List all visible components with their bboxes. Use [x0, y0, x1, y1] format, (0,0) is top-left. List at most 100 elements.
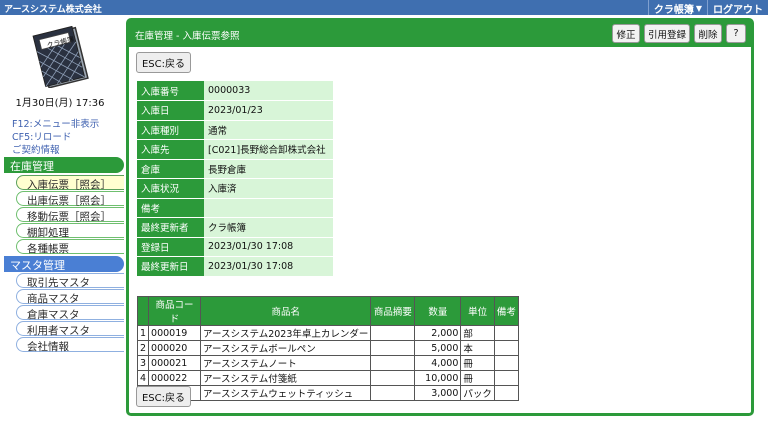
toggle-menu-link[interactable]: F12:メニュー非表示	[12, 118, 99, 131]
table-cell: 000020	[148, 340, 202, 356]
table-cell	[493, 370, 519, 386]
page-title: 在庫管理 - 入庫伝票参照	[135, 31, 240, 42]
sidebar-item-user-master[interactable]: 利用者マスタ	[16, 321, 124, 337]
detail-value	[204, 198, 333, 218]
detail-row: 入庫状況 入庫済	[137, 178, 333, 199]
detail-row: 最終更新日 2023/01/30 17:08	[137, 256, 333, 277]
table-cell: アースシステムボールペン	[200, 340, 372, 356]
table-cell	[370, 325, 416, 341]
company-name: アースシステム株式会社	[4, 5, 102, 15]
detail-row: 備考	[137, 198, 333, 218]
table-row: 4 000022 アースシステム付箋紙 10,000 冊	[136, 370, 519, 386]
chevron-down-icon: ▼	[695, 3, 702, 13]
table-cell: 本	[460, 340, 495, 356]
sidebar-item-transfer-slip[interactable]: 移動伝票［照会］	[16, 207, 124, 223]
help-button[interactable]: ?	[726, 24, 746, 43]
logout-button[interactable]: ログアウト	[707, 0, 768, 16]
table-cell: アースシステム2023年卓上カレンダー	[200, 325, 372, 341]
table-cell	[370, 385, 416, 401]
table-cell: アースシステムノート	[200, 355, 372, 371]
table-cell: 000019	[148, 325, 202, 341]
sidebar-item-company-info[interactable]: 会社情報	[16, 337, 124, 353]
app-logo: クラ帳簿	[32, 26, 89, 88]
table-cell: 冊	[460, 370, 495, 386]
user-menu-button[interactable]: クラ帳簿 ▼	[647, 0, 707, 16]
table-cell	[493, 325, 519, 341]
slip-items-table: 商品コード 商品名 商品摘要 数量 単位 備考 1 000019 アースシステム2023年卓上…	[136, 296, 519, 401]
column-header: 商品摘要	[370, 296, 416, 326]
column-header: 備考	[493, 296, 519, 326]
table-cell	[370, 355, 416, 371]
detail-row: 入庫種別 通常	[137, 120, 333, 140]
delete-button[interactable]: 削除	[694, 24, 722, 43]
sidebar-item-partner-master[interactable]: 取引先マスタ	[16, 273, 124, 289]
table-cell: 2,000	[414, 325, 462, 341]
sidebar-item-stocktaking[interactable]: 棚卸処理	[16, 223, 124, 239]
top-bar-actions: クラ帳簿 ▼ ログアウト	[647, 0, 768, 16]
detail-label: 最終更新日	[137, 256, 204, 277]
detail-label: 入庫状況	[137, 178, 204, 199]
top-bar: アースシステム株式会社 クラ帳簿 ▼ ログアウト	[0, 0, 768, 16]
contract-info-link[interactable]: ご契約情報	[12, 144, 99, 157]
detail-value: 入庫済	[204, 178, 333, 199]
sidebar-item-shipping-slip[interactable]: 出庫伝票［照会］	[16, 191, 124, 207]
column-header: 数量	[414, 296, 462, 326]
table-cell: アースシステムウェットティッシュ	[200, 385, 372, 401]
table-cell: 部	[460, 325, 495, 341]
sidebar-links: F12:メニュー非表示 CF5:リロード ご契約情報	[12, 118, 99, 157]
table-cell: 000022	[148, 370, 202, 386]
table-cell: 4,000	[414, 355, 462, 371]
main-panel: 在庫管理 - 入庫伝票参照 修正 引用登録 削除 ? ESC:戻る 入庫番号 00…	[126, 18, 754, 416]
detail-value: [C021]長野総合卸株式会社	[204, 139, 333, 160]
slip-detail-table: 入庫番号 0000033 入庫日 2023/01/23 入庫種別 通常 入庫先 [C021]長…	[137, 81, 333, 277]
detail-value: 通常	[204, 120, 333, 140]
column-header	[136, 296, 150, 326]
detail-row: 最終更新者 クラ帳簿	[137, 217, 333, 238]
table-cell	[493, 340, 519, 356]
sidebar-item-product-master[interactable]: 商品マスタ	[16, 289, 124, 305]
table-row: 5000023アースシステムウェットティッシュ3,000パック	[136, 385, 519, 401]
detail-value: 2023/01/30 17:08	[204, 237, 333, 257]
detail-label: 最終更新者	[137, 217, 204, 238]
detail-value: 2023/01/30 17:08	[204, 256, 333, 277]
section-inventory[interactable]: 在庫管理	[4, 157, 124, 173]
sidebar-item-warehouse-master[interactable]: 倉庫マスタ	[16, 305, 124, 321]
table-row: 2 000020 アースシステムボールペン 5,000 本	[136, 340, 519, 356]
detail-label: 入庫種別	[137, 120, 204, 140]
column-header: 商品コード	[148, 296, 202, 326]
section-master[interactable]: マスタ管理	[4, 256, 124, 272]
detail-row: 倉庫 長野倉庫	[137, 159, 333, 179]
esc-back-button-top[interactable]: ESC:戻る	[136, 52, 191, 73]
table-cell: 4	[136, 370, 150, 386]
current-datetime: 1月30日(月) 17:36	[15, 98, 105, 109]
detail-label: 入庫先	[137, 139, 204, 160]
detail-label: 備考	[137, 198, 204, 218]
table-cell	[493, 355, 519, 371]
table-cell: 冊	[460, 355, 495, 371]
detail-value: 2023/01/23	[204, 100, 333, 121]
column-header: 単位	[460, 296, 495, 326]
detail-row: 入庫日 2023/01/23	[137, 100, 333, 121]
sidebar-item-reports[interactable]: 各種帳票	[16, 239, 124, 255]
table-cell: アースシステム付箋紙	[200, 370, 372, 386]
detail-value: クラ帳簿	[204, 217, 333, 238]
table-cell: 3,000	[414, 385, 462, 401]
table-cell: パック	[460, 385, 495, 401]
detail-label: 登録日	[137, 237, 204, 257]
table-cell: 5,000	[414, 340, 462, 356]
reload-link[interactable]: CF5:リロード	[12, 131, 99, 144]
table-cell	[493, 385, 519, 401]
detail-row: 登録日 2023/01/30 17:08	[137, 237, 333, 257]
sidebar-item-receiving-slip[interactable]: 入庫伝票［照会］	[16, 175, 124, 191]
detail-label: 倉庫	[137, 159, 204, 179]
esc-back-button-bottom[interactable]: ESC:戻る	[136, 386, 191, 407]
edit-button[interactable]: 修正	[612, 24, 640, 43]
detail-label: 入庫日	[137, 100, 204, 121]
table-row: 3 000021 アースシステムノート 4,000 冊	[136, 355, 519, 371]
detail-label: 入庫番号	[137, 81, 204, 101]
detail-value: 0000033	[204, 81, 333, 101]
table-cell	[370, 340, 416, 356]
detail-row: 入庫先 [C021]長野総合卸株式会社	[137, 139, 333, 160]
copy-register-button[interactable]: 引用登録	[644, 24, 690, 43]
column-header: 商品名	[200, 296, 372, 326]
